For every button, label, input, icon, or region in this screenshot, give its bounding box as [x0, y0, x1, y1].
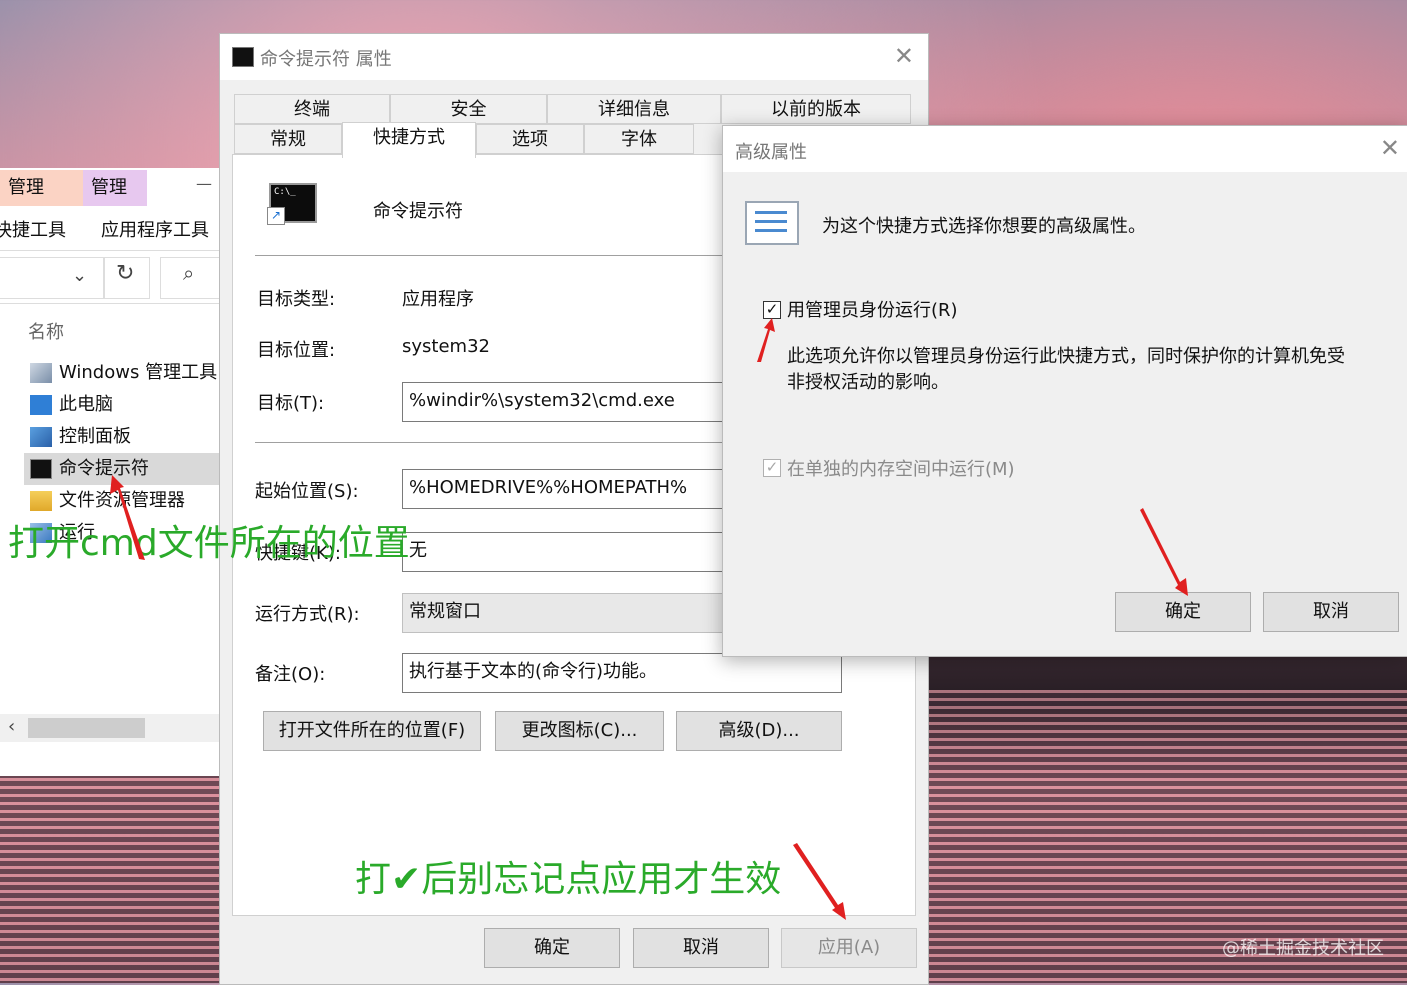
dialog-title: 高级属性 — [735, 142, 807, 163]
admin-tools-icon — [30, 363, 52, 383]
target-type-value: 应用程序 — [402, 289, 474, 310]
address-input[interactable] — [0, 257, 104, 299]
comment-input[interactable]: 执行基于文本的(命令行)功能。 — [402, 653, 842, 693]
target-location-value: system32 — [402, 336, 490, 357]
tab-previous-versions[interactable]: 以前的版本 — [721, 94, 911, 124]
advanced-properties-dialog: 高级属性 ✕ 为这个快捷方式选择你想要的高级属性。 ✓ 用管理员身份运行(R) … — [722, 125, 1407, 657]
tab-terminal[interactable]: 终端 — [234, 94, 390, 124]
this-pc-icon — [30, 395, 52, 415]
cmd-icon — [232, 47, 254, 67]
shortcut-name: 命令提示符 — [373, 201, 463, 222]
list-item-file-explorer[interactable]: 文件资源管理器 — [24, 485, 222, 517]
minimize-ribbon-icon[interactable]: — — [196, 174, 212, 193]
run-as-admin-label[interactable]: 用管理员身份运行(R) — [787, 296, 958, 322]
tab-general[interactable]: 常规 — [234, 124, 342, 154]
shortcut-arrow-icon: ↗ — [267, 207, 285, 225]
comment-label: 备注(O): — [255, 664, 326, 685]
tab-details[interactable]: 详细信息 — [547, 94, 721, 124]
start-in-label: 起始位置(S): — [255, 481, 359, 502]
ribbon-group-app-tools[interactable]: 应用程序工具 — [101, 216, 209, 242]
scrollbar-thumb[interactable] — [28, 718, 145, 738]
checklist-icon — [745, 201, 799, 245]
search-icon[interactable]: ⌕ — [183, 261, 194, 285]
close-icon[interactable]: ✕ — [894, 42, 914, 70]
list-item-cmd[interactable]: 命令提示符 — [24, 453, 222, 485]
watermark: @稀土掘金技术社区 — [1222, 938, 1384, 959]
horizontal-scrollbar[interactable]: ‹ — [0, 714, 222, 742]
ribbon-group-shortcut-tools[interactable]: 快捷工具 — [0, 216, 66, 242]
column-header-name[interactable]: 名称 — [28, 318, 64, 344]
run-as-admin-checkbox[interactable]: ✓ — [763, 301, 781, 319]
file-explorer-window: 管理 管理 — 快捷工具 应用程序工具 ⌄ ↻ ⌕ 名称 Windows 管理工… — [0, 168, 222, 776]
cmd-shortcut-icon: C:\_ ↗ — [267, 183, 317, 225]
annotation-apply-note: 打✔后别忘记点应用才生效 — [355, 850, 781, 902]
apply-button[interactable]: 应用(A) — [781, 928, 917, 968]
run-mode-label: 运行方式(R): — [255, 604, 360, 625]
target-label: 目标(T): — [257, 393, 325, 414]
list-item-admin-tools[interactable]: Windows 管理工具 — [24, 357, 222, 389]
advanced-ok-button[interactable]: 确定 — [1115, 592, 1251, 632]
open-file-location-button[interactable]: 打开文件所在的位置(F) — [263, 711, 481, 751]
advanced-button[interactable]: 高级(D)... — [676, 711, 842, 751]
list-item-label: 控制面板 — [59, 426, 131, 447]
run-as-admin-note: 此选项允许你以管理员身份运行此快捷方式，同时保护你的计算机免受非授权活动的影响。 — [787, 346, 1345, 393]
ok-button[interactable]: 确定 — [484, 928, 620, 968]
control-panel-icon — [30, 427, 52, 447]
cmd-icon — [30, 459, 52, 479]
list-item-label: 文件资源管理器 — [59, 490, 185, 511]
tab-font[interactable]: 字体 — [584, 124, 694, 154]
check-mark-icon: ✔ — [391, 859, 422, 900]
close-icon[interactable]: ✕ — [1380, 134, 1400, 162]
ribbon-tab-manage-app[interactable]: 管理 — [83, 170, 147, 206]
address-bar: ⌄ ↻ ⌕ — [0, 250, 222, 304]
advanced-header-text: 为这个快捷方式选择你想要的高级属性。 — [822, 216, 1146, 237]
target-location-label: 目标位置: — [257, 340, 336, 361]
list-item-label: Windows 管理工具 — [59, 362, 218, 383]
target-type-label: 目标类型: — [257, 289, 336, 310]
change-icon-button[interactable]: 更改图标(C)... — [495, 711, 664, 751]
advanced-cancel-button[interactable]: 取消 — [1263, 592, 1399, 632]
separate-memory-label: 在单独的内存空间中运行(M) — [787, 459, 1015, 480]
dialog-title: 命令提示符 属性 — [260, 49, 392, 70]
list-item-label: 此电脑 — [59, 394, 113, 415]
list-item-label: 命令提示符 — [59, 458, 149, 479]
tab-shortcut[interactable]: 快捷方式 — [342, 122, 476, 158]
list-item-control-panel[interactable]: 控制面板 — [24, 421, 222, 453]
refresh-icon[interactable]: ↻ — [116, 261, 134, 286]
ribbon-tab-manage-shortcut[interactable]: 管理 — [0, 170, 86, 206]
separate-memory-checkbox: ✓ — [763, 459, 781, 477]
chevron-left-icon[interactable]: ‹ — [8, 716, 15, 737]
properties-titlebar: 命令提示符 属性 ✕ — [220, 34, 928, 80]
annotation-suffix: 后别忘记点应用才生效 — [421, 859, 782, 900]
tab-options[interactable]: 选项 — [476, 124, 584, 154]
advanced-titlebar: 高级属性 ✕ — [723, 126, 1407, 172]
annotation-prefix: 打 — [355, 859, 392, 900]
folder-icon — [30, 491, 52, 511]
cancel-button[interactable]: 取消 — [633, 928, 769, 968]
annotation-open-location: 打开cmd文件所在的位置 — [8, 523, 410, 564]
list-item-this-pc[interactable]: 此电脑 — [24, 389, 222, 421]
tab-security[interactable]: 安全 — [390, 94, 547, 124]
chevron-down-icon[interactable]: ⌄ — [72, 265, 87, 286]
